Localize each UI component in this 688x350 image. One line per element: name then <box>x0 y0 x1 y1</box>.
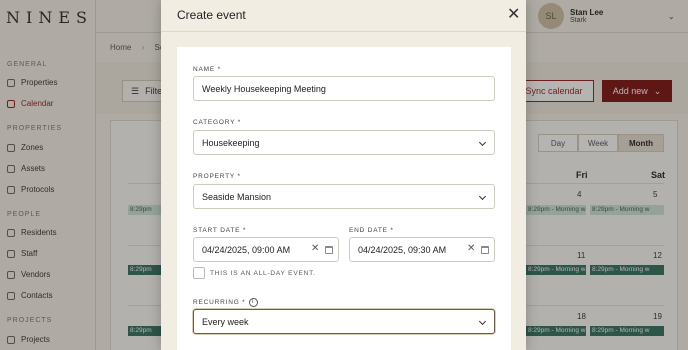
start-date-label: START DATE * <box>193 227 247 234</box>
dialog-title: Create event <box>177 8 246 22</box>
category-value: Housekeeping <box>202 137 260 148</box>
name-value: Weekly Housekeeping Meeting <box>202 83 326 94</box>
info-icon[interactable]: i <box>248 298 258 307</box>
divider <box>161 31 526 32</box>
recurring-value: Every week <box>202 316 249 327</box>
chevron-down-icon <box>478 138 487 147</box>
start-date-value: 04/24/2025, 09:00 AM <box>202 244 291 255</box>
property-select[interactable]: Seaside Mansion <box>193 184 495 209</box>
chevron-down-icon <box>478 192 487 201</box>
name-label: NAME * <box>193 66 221 73</box>
start-date-input[interactable]: 04/24/2025, 09:00 AM ✕ <box>193 237 339 262</box>
end-date-label: END DATE * <box>349 227 394 234</box>
all-day-label: THIS IS AN ALL-DAY EVENT. <box>210 270 316 277</box>
recurring-label-row: RECURRING * i <box>193 298 258 307</box>
chevron-down-icon <box>478 317 487 326</box>
calendar-picker-icon[interactable] <box>481 246 489 254</box>
category-select[interactable]: Housekeeping <box>193 130 495 155</box>
calendar-picker-icon[interactable] <box>325 246 333 254</box>
end-date-value: 04/24/2025, 09:30 AM <box>358 244 447 255</box>
clear-icon[interactable]: ✕ <box>467 243 475 254</box>
property-label: PROPERTY * <box>193 173 241 180</box>
category-label: CATEGORY * <box>193 119 242 126</box>
clear-icon[interactable]: ✕ <box>311 243 319 254</box>
event-form: NAME * Weekly Housekeeping Meeting CATEG… <box>177 47 511 350</box>
create-event-dialog: Create event ✕ NAME * Weekly Housekeepin… <box>161 0 526 350</box>
close-icon[interactable]: ✕ <box>507 4 520 24</box>
end-date-input[interactable]: 04/24/2025, 09:30 AM ✕ <box>349 237 495 262</box>
property-value: Seaside Mansion <box>202 191 272 202</box>
all-day-checkbox[interactable] <box>193 267 205 279</box>
recurring-label: RECURRING * <box>193 299 246 307</box>
name-input[interactable]: Weekly Housekeeping Meeting <box>193 76 495 101</box>
recurring-select[interactable]: Every week <box>193 309 495 334</box>
